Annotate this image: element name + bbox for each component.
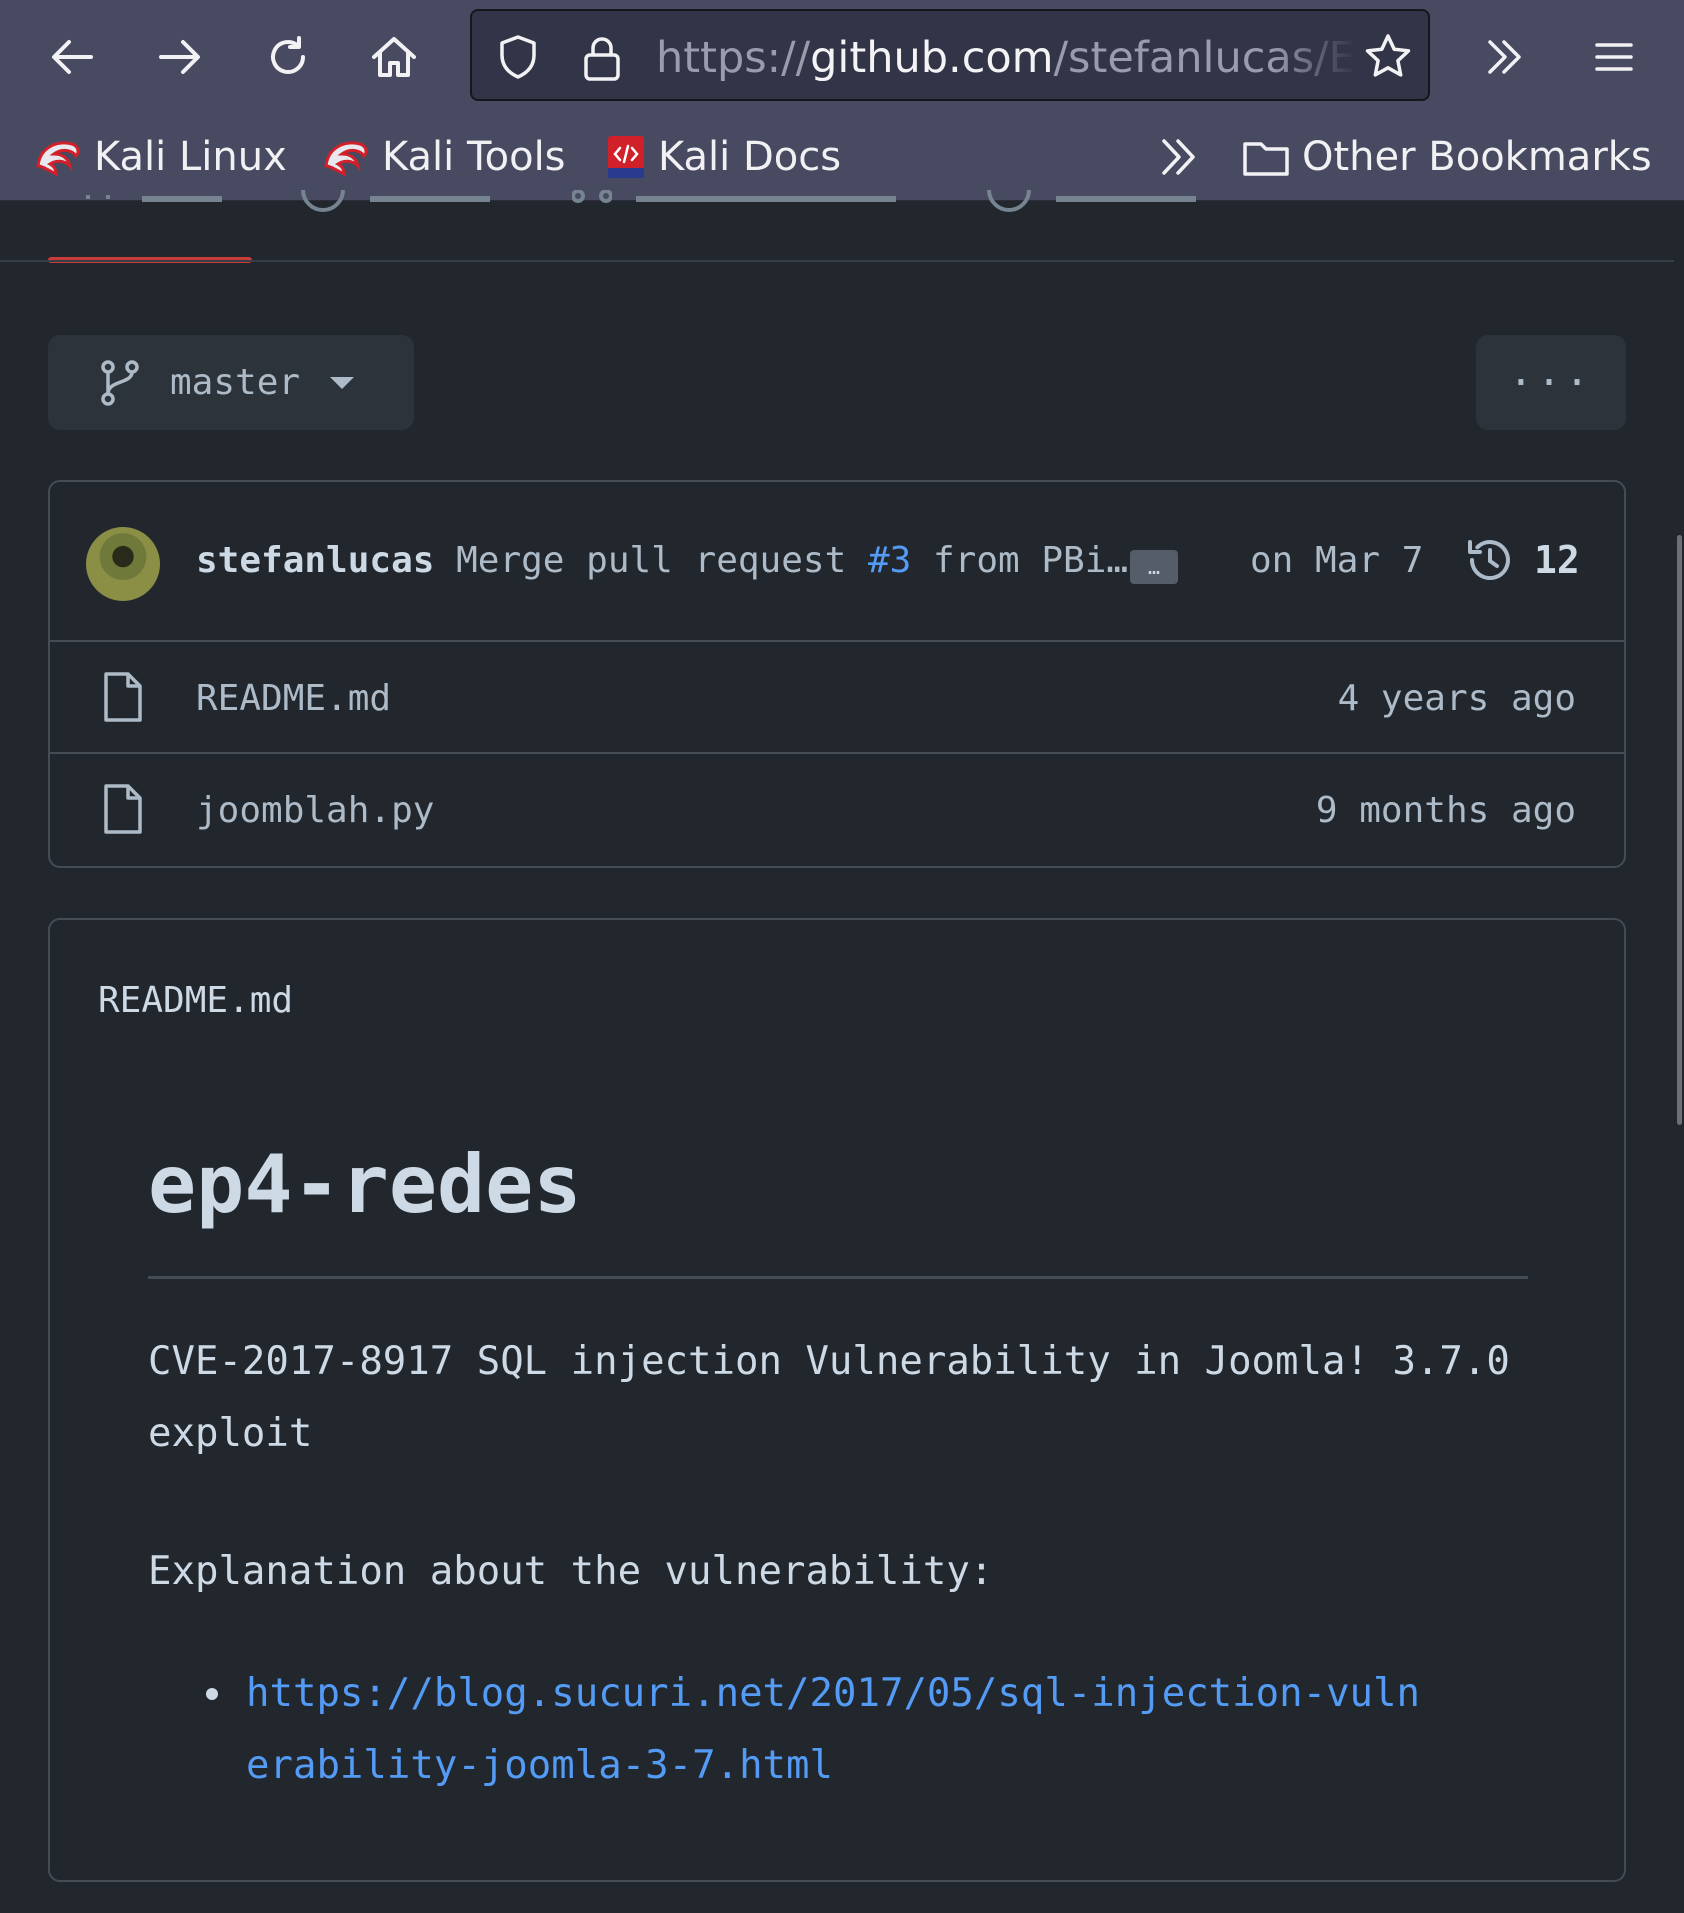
home-icon bbox=[372, 37, 416, 77]
readme-explanation-label: Explanation about the vulnerability: bbox=[148, 1549, 994, 1594]
url-scheme: https:// bbox=[656, 33, 811, 83]
readme-title: ep4-redes bbox=[148, 1138, 582, 1231]
tab-code[interactable] bbox=[78, 190, 228, 220]
list-bullet bbox=[206, 1688, 218, 1700]
readme-header[interactable]: README.md bbox=[98, 980, 293, 1021]
bookmark-label: Kali Linux bbox=[94, 134, 287, 180]
title-divider bbox=[148, 1276, 1528, 1279]
readme-panel: README.md ep4-redes CVE-2017-8917 SQL in… bbox=[48, 918, 1626, 1882]
folder-icon bbox=[1242, 136, 1290, 178]
actions-icon bbox=[987, 190, 1031, 212]
url-text[interactable]: https://github.com/stefanlucas/Ex bbox=[656, 33, 1356, 83]
lock-icon[interactable] bbox=[580, 33, 624, 83]
kali-docs-icon bbox=[606, 134, 646, 180]
file-name[interactable]: README.md bbox=[196, 678, 391, 719]
reload-icon bbox=[271, 36, 305, 74]
file-icon bbox=[104, 784, 142, 834]
app-menu-button[interactable] bbox=[1579, 22, 1649, 92]
commit-message-start[interactable]: Merge pull request bbox=[456, 540, 846, 581]
tab-underline-partial bbox=[142, 196, 222, 202]
tab-text-partial bbox=[636, 196, 896, 202]
readme-description: CVE-2017-8917 SQL injection Vulnerabilit… bbox=[148, 1339, 1510, 1456]
arrow-left-icon bbox=[52, 40, 93, 74]
double-chevron-right-icon bbox=[1162, 139, 1195, 175]
forward-button[interactable] bbox=[145, 22, 215, 92]
repo-tabs bbox=[0, 190, 1684, 264]
reload-button[interactable] bbox=[253, 22, 323, 92]
pull-request-link[interactable]: #3 bbox=[868, 540, 911, 581]
expand-commit-message-button[interactable]: … bbox=[1130, 550, 1178, 584]
more-options-button[interactable]: ··· bbox=[1476, 335, 1626, 430]
file-name[interactable]: joomblah.py bbox=[196, 790, 434, 831]
back-button[interactable] bbox=[37, 22, 107, 92]
avatar[interactable] bbox=[86, 527, 160, 601]
kebab-horizontal-icon: ··· bbox=[1508, 359, 1594, 406]
bookmark-kali-docs[interactable]: Kali Docs bbox=[606, 132, 841, 182]
commit-count[interactable]: 12 bbox=[1534, 538, 1580, 582]
url-path: /stefanlucas/Ex bbox=[1053, 33, 1356, 83]
latest-commit-row: stefanlucas Merge pull request #3 from P… bbox=[50, 482, 1624, 642]
url-bar[interactable]: https://github.com/stefanlucas/Ex bbox=[470, 9, 1430, 101]
file-row[interactable]: joomblah.py 9 months ago bbox=[50, 754, 1624, 866]
url-host: github.com bbox=[810, 33, 1054, 83]
file-listing: stefanlucas Merge pull request #3 from P… bbox=[48, 480, 1626, 868]
code-icon bbox=[86, 195, 110, 199]
shield-icon[interactable] bbox=[494, 33, 542, 81]
bookmarks-overflow-button[interactable] bbox=[1158, 132, 1202, 182]
bookmark-label: Kali Docs bbox=[658, 134, 842, 180]
pull-request-icon bbox=[572, 190, 612, 203]
other-bookmarks-label: Other Bookmarks bbox=[1302, 134, 1652, 180]
bookmarks-bar: Kali Linux Kali Tools Kali Docs Other Bo… bbox=[0, 114, 1684, 200]
tab-text-partial bbox=[370, 196, 490, 202]
tab-divider bbox=[0, 260, 1674, 262]
branch-selector-button[interactable]: master bbox=[48, 335, 414, 430]
vulnerability-article-link[interactable]: https://blog.sucuri.net/2017/05/sql-inje… bbox=[246, 1658, 1426, 1802]
page-scrollbar[interactable] bbox=[1677, 535, 1682, 1125]
kali-dragon-icon bbox=[34, 136, 82, 178]
bookmark-kali-linux[interactable]: Kali Linux bbox=[34, 132, 287, 182]
bookmark-kali-tools[interactable]: Kali Tools bbox=[322, 132, 566, 182]
branch-name: master bbox=[170, 362, 301, 403]
tab-issues[interactable] bbox=[300, 190, 500, 220]
file-icon bbox=[104, 672, 142, 722]
git-branch-icon bbox=[101, 359, 139, 406]
overflow-menu-button[interactable] bbox=[1470, 22, 1540, 92]
bookmark-label: Kali Tools bbox=[382, 134, 566, 180]
star-bookmark-icon[interactable] bbox=[1362, 31, 1414, 83]
commit-summary[interactable]: stefanlucas Merge pull request #3 from P… bbox=[196, 540, 1128, 581]
file-row[interactable]: README.md 4 years ago bbox=[50, 642, 1624, 754]
file-age: 4 years ago bbox=[1337, 678, 1576, 719]
browser-toolbar: https://github.com/stefanlucas/Ex bbox=[0, 0, 1684, 114]
other-bookmarks-button[interactable]: Other Bookmarks bbox=[1242, 132, 1652, 182]
commit-author[interactable]: stefanlucas bbox=[196, 540, 434, 581]
commit-message-end[interactable]: from PBi… bbox=[933, 540, 1128, 581]
kali-dragon-icon bbox=[322, 136, 370, 178]
double-chevron-right-icon bbox=[1488, 40, 1521, 74]
caret-down-icon bbox=[330, 376, 355, 389]
tab-pull-requests[interactable] bbox=[572, 190, 912, 220]
file-age: 9 months ago bbox=[1315, 790, 1576, 831]
home-button[interactable] bbox=[359, 22, 429, 92]
hamburger-menu-icon bbox=[1595, 43, 1633, 71]
tab-actions[interactable] bbox=[986, 190, 1206, 220]
tab-text-partial bbox=[1056, 196, 1196, 202]
issue-icon bbox=[301, 190, 345, 212]
arrow-right-icon bbox=[159, 40, 200, 74]
commit-date[interactable]: on Mar 7 bbox=[1250, 540, 1423, 581]
history-icon[interactable] bbox=[1464, 534, 1516, 586]
